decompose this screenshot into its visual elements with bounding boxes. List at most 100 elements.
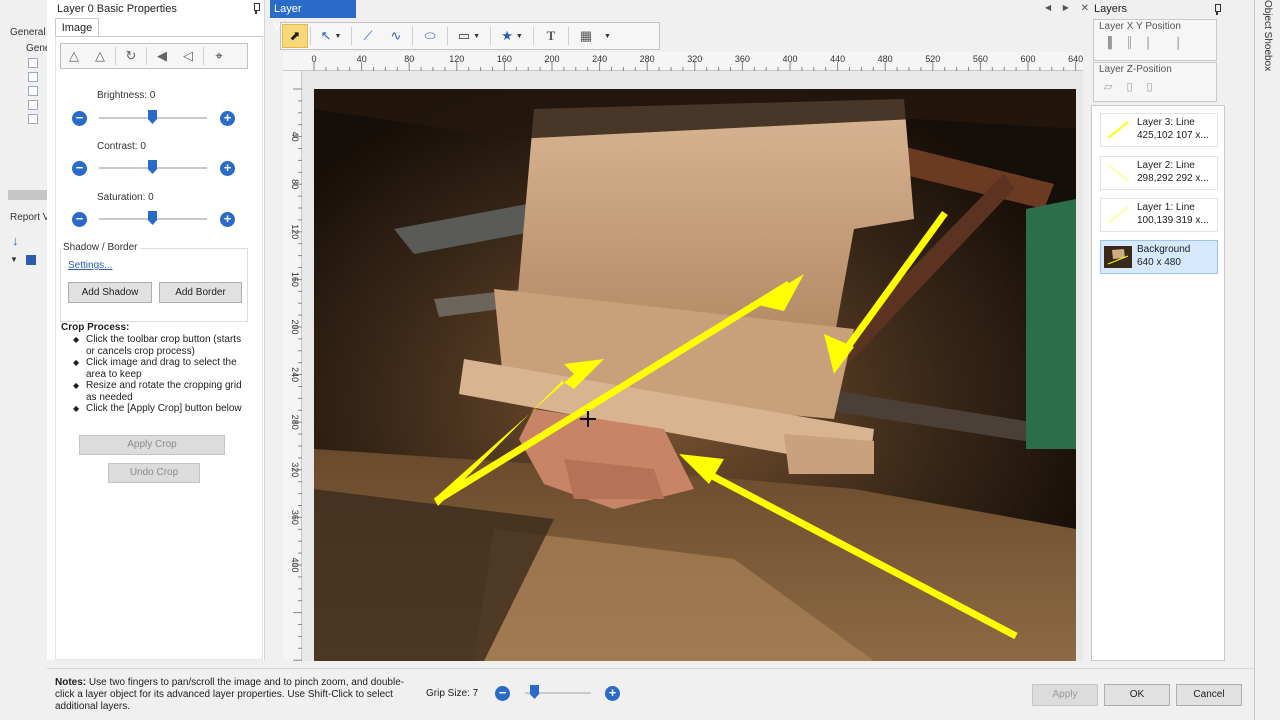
contrast-thumb[interactable]	[148, 160, 157, 174]
dropdown-caret[interactable]: ▼	[516, 33, 523, 40]
layer-item[interactable]: Layer 2: Line 298,292 292 x...	[1100, 156, 1218, 190]
contrast-increase-icon[interactable]: +	[220, 161, 235, 176]
notes-body: Use two fingers to pan/scroll the image …	[55, 677, 405, 712]
layer-dims: 640 x 480	[1137, 257, 1181, 268]
line-thumbnail-icon	[1107, 164, 1129, 182]
align-top-icon[interactable]: ▐	[1104, 37, 1112, 49]
align-right-icon[interactable]: ▕	[1170, 37, 1178, 50]
shadow-border-title: Shadow / Border	[61, 242, 140, 253]
toolbar-overflow-icon[interactable]: ▼	[604, 33, 611, 40]
crop-steps-list: Click the toolbar crop button (starts or…	[72, 334, 248, 415]
bg-label-gene: Gene	[26, 43, 47, 54]
flip-left-icon[interactable]: △	[61, 44, 87, 68]
ruler-label: 280	[640, 54, 655, 64]
tree-node[interactable]	[28, 58, 38, 68]
ruler-label: 320	[290, 462, 300, 477]
tree-node[interactable]	[28, 86, 38, 96]
pin-icon[interactable]	[252, 3, 260, 14]
separator	[115, 47, 116, 65]
canvas-area[interactable]	[302, 71, 1083, 661]
undo-crop-button[interactable]: Undo Crop	[108, 463, 200, 483]
text-tool-icon[interactable]: T	[536, 24, 566, 48]
object-shoebox-tab[interactable]: Object Shoebox	[1262, 0, 1273, 71]
z-position-controls: ▱ ▯ ▯	[1094, 77, 1216, 95]
database-icon	[26, 255, 36, 265]
photo-canvas[interactable]	[314, 89, 1076, 661]
bring-forward-icon[interactable]: ▯	[1126, 80, 1132, 93]
grip-size-thumb[interactable]	[530, 685, 539, 699]
brightness-thumb[interactable]	[148, 110, 157, 124]
add-shadow-button[interactable]: Add Shadow	[68, 282, 152, 303]
ok-button[interactable]: OK	[1104, 684, 1170, 706]
tab-image[interactable]: Image	[55, 18, 99, 37]
contrast-decrease-icon[interactable]: −	[72, 161, 87, 176]
tree-node[interactable]	[28, 100, 38, 110]
ruler-label: 440	[830, 54, 845, 64]
star-tool-icon[interactable]: ★ ▼	[493, 24, 531, 48]
ruler-label: 320	[687, 54, 702, 64]
align-left-icon[interactable]: ▏	[1148, 37, 1156, 50]
tree-node[interactable]	[28, 114, 38, 124]
saturation-decrease-icon[interactable]: −	[72, 212, 87, 227]
notes-label: Notes:	[55, 677, 87, 688]
crop-icon[interactable]: ⌖	[206, 44, 232, 68]
apply-button[interactable]: Apply	[1032, 684, 1098, 706]
ruler-label: 40	[357, 54, 367, 64]
grip-decrease-icon[interactable]: −	[495, 686, 510, 701]
scrollbar[interactable]	[8, 190, 47, 200]
grip-size-label: Grip Size: 7	[426, 688, 479, 699]
brightness-label: Brightness: 0	[97, 90, 156, 101]
mirror-horizontal-icon[interactable]: ◀	[149, 44, 175, 68]
line-tool-icon[interactable]: ⟋	[354, 24, 382, 48]
brightness-decrease-icon[interactable]: −	[72, 111, 87, 126]
properties-pane: Layer 0 Basic Properties Image △ △ ↻ ◀ ◁…	[47, 0, 265, 660]
dropdown-caret[interactable]: ▼	[473, 33, 480, 40]
workspace-title: Layer Workspace	[270, 0, 356, 33]
nav-left-icon[interactable]: ◀	[1045, 3, 1051, 15]
add-border-button[interactable]: Add Border	[159, 282, 242, 303]
flip-right-icon[interactable]: △	[87, 44, 113, 68]
layer-dims: 298,292 292 x...	[1137, 173, 1209, 184]
ruler-label: 80	[404, 54, 414, 64]
notes-text: Notes: Use two fingers to pan/scroll the…	[55, 677, 415, 713]
separator	[310, 27, 311, 45]
align-middle-icon[interactable]: ║	[1126, 37, 1134, 49]
line-thumbnail-icon	[1107, 121, 1129, 139]
ruler-label: 0	[311, 54, 316, 64]
expand-icon[interactable]: ▼	[10, 255, 18, 264]
polyline-tool-icon[interactable]: ∿	[382, 24, 410, 48]
ellipse-tool-icon[interactable]: ⬭	[415, 24, 445, 48]
bg-label-report: Report V	[10, 212, 48, 223]
send-backward-icon[interactable]: ▯	[1147, 80, 1153, 93]
xy-position-title: Layer X Y Position	[1099, 21, 1181, 32]
brightness-increase-icon[interactable]: +	[220, 111, 235, 126]
separator	[490, 27, 491, 45]
grip-increase-icon[interactable]: +	[605, 686, 620, 701]
saturation-thumb[interactable]	[148, 211, 157, 225]
image-properties-content: △ △ ↻ ◀ ◁ ⌖ Brightness: 0 − + Contrast: …	[55, 36, 263, 660]
close-icon[interactable]: ✕	[1081, 3, 1089, 15]
dropdown-caret[interactable]: ▼	[334, 33, 341, 40]
rectangle-tool-icon[interactable]: ▭ ▼	[450, 24, 488, 48]
bring-front-icon[interactable]: ▱	[1104, 80, 1112, 93]
ruler-label: 360	[735, 54, 750, 64]
apply-crop-button[interactable]: Apply Crop	[79, 435, 225, 455]
arrow-tool-icon[interactable]: ↖ ▼	[313, 24, 349, 48]
pointer-icon[interactable]: ⬈	[282, 24, 308, 48]
nav-right-icon[interactable]: ▶	[1063, 3, 1069, 15]
rotate-icon[interactable]: ↻	[118, 44, 144, 68]
down-arrow-icon[interactable]: ↓	[12, 233, 19, 248]
tree-node[interactable]	[28, 72, 38, 82]
cancel-button[interactable]: Cancel	[1176, 684, 1242, 706]
grid-icon[interactable]: ▦	[571, 24, 601, 48]
ruler-label: 120	[290, 224, 300, 239]
pin-icon[interactable]	[1213, 4, 1221, 15]
mirror-vertical-icon[interactable]: ◁	[175, 44, 201, 68]
background-app-panel: General Gene Report V ↓ ▼	[0, 0, 48, 720]
layer-item[interactable]: Layer 3: Line 425,102 107 x...	[1100, 113, 1218, 147]
saturation-increase-icon[interactable]: +	[220, 212, 235, 227]
crop-process-title: Crop Process:	[61, 322, 130, 333]
layer-item-selected[interactable]: Background 640 x 480	[1100, 240, 1218, 274]
settings-link[interactable]: Settings...	[68, 260, 112, 271]
layer-item[interactable]: Layer 1: Line 100,139 319 x...	[1100, 198, 1218, 232]
